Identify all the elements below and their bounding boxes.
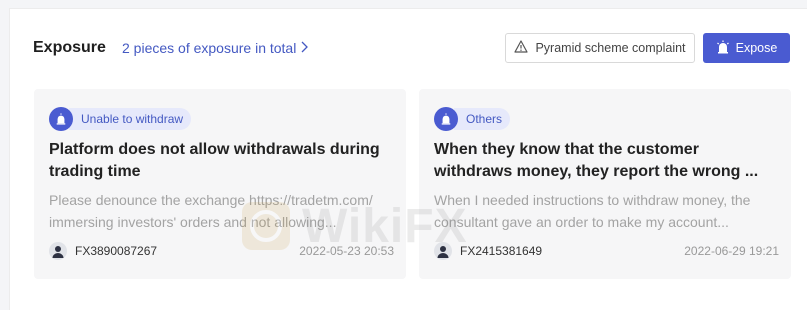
section-title: Exposure	[33, 39, 106, 56]
alarm-icon	[49, 107, 73, 131]
card-username: FX2415381649	[460, 244, 543, 258]
warning-icon	[514, 40, 529, 56]
exposure-card[interactable]: Unable to withdraw Platform does not all…	[34, 89, 406, 279]
card-excerpt: Please denounce the exchange https://tra…	[49, 192, 373, 230]
pyramid-complaint-button[interactable]: Pyramid scheme complaint	[505, 33, 695, 63]
chevron-right-icon	[300, 41, 309, 56]
category-tag: Others	[434, 107, 511, 131]
card-title[interactable]: When they know that the customer withdra…	[434, 139, 774, 183]
expose-button[interactable]: Expose	[703, 33, 790, 63]
category-tag-label: Unable to withdraw	[69, 108, 192, 130]
card-title[interactable]: Platform does not allow withdrawals duri…	[49, 139, 389, 183]
exposure-count-link[interactable]: 2 pieces of exposure in total	[122, 40, 309, 56]
pyramid-complaint-label: Pyramid scheme complaint	[535, 41, 686, 55]
user-avatar-icon	[49, 242, 67, 260]
card-username: FX3890087267	[75, 244, 158, 258]
card-footer: FX2415381649 2022-06-29 19:21	[434, 241, 779, 261]
card-excerpt: When I needed instructions to withdraw m…	[434, 192, 751, 230]
card-footer: FX3890087267 2022-05-23 20:53	[49, 241, 394, 261]
category-tag: Unable to withdraw	[49, 107, 192, 131]
category-tag-label: Others	[454, 108, 511, 130]
alarm-icon	[434, 107, 458, 131]
alarm-icon	[716, 40, 730, 57]
exposure-header: Exposure 2 pieces of exposure in total P…	[33, 33, 790, 65]
exposure-count-label: 2 pieces of exposure in total	[122, 40, 297, 56]
user-avatar-icon	[434, 242, 452, 260]
card-timestamp: 2022-05-23 20:53	[299, 244, 394, 258]
expose-label: Expose	[735, 41, 778, 55]
card-timestamp: 2022-06-29 19:21	[684, 244, 779, 258]
exposure-card[interactable]: Others When they know that the customer …	[419, 89, 791, 279]
exposure-panel: Exposure 2 pieces of exposure in total P…	[9, 8, 807, 310]
